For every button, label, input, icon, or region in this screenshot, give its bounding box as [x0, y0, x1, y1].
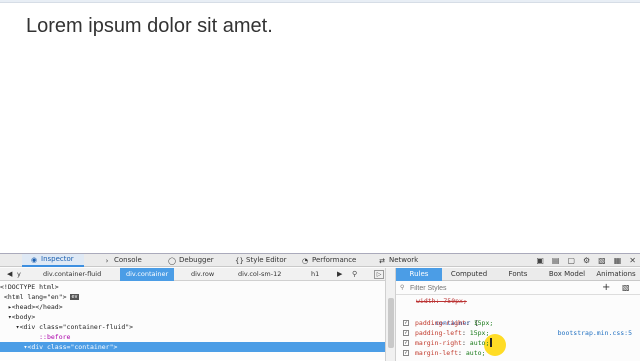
- tree-doctype[interactable]: <!DOCTYPE html>: [0, 282, 385, 292]
- tab-label: Performance: [312, 256, 357, 264]
- tab-label: Console: [114, 256, 142, 264]
- devtools-panel: ◉ Inspector › Console ◯ Debugger {} Styl…: [0, 253, 640, 361]
- tree-container-fluid-tag: <div class="container-fluid">: [19, 323, 134, 331]
- close-icon[interactable]: ✕: [629, 256, 636, 265]
- settings-icon[interactable]: ⚙: [583, 256, 590, 265]
- declaration-value[interactable]: 15px;: [474, 319, 494, 327]
- breadcrumb-scroll-right[interactable]: ▶: [337, 268, 342, 281]
- page-heading: Lorem ipsum dolor sit amet.: [26, 15, 273, 37]
- tree-container-fluid[interactable]: ▾<div class="container-fluid">: [0, 322, 385, 332]
- filter-styles-input[interactable]: [410, 284, 600, 293]
- breadcrumb-item-active[interactable]: div.container: [120, 268, 175, 281]
- filter-bar: ⚲ + ▧: [396, 282, 640, 295]
- popout-icon[interactable]: ▦: [614, 256, 622, 265]
- tree-body-tag: <body>: [11, 313, 36, 321]
- text-cursor: [490, 338, 492, 347]
- toggle-pseudo-class-icon[interactable]: ▧: [622, 283, 630, 293]
- checkbox-icon[interactable]: ✓: [403, 330, 409, 336]
- filter-icon: ⚲: [400, 284, 405, 291]
- element-picker-button[interactable]: ▷: [374, 270, 384, 279]
- declaration-value[interactable]: auto;: [470, 339, 490, 347]
- tab-network[interactable]: ⇄ Network: [378, 254, 418, 267]
- breadcrumb-item[interactable]: y: [17, 268, 21, 281]
- tree-body[interactable]: ▾<body>: [0, 312, 385, 322]
- tab-rules[interactable]: Rules: [396, 268, 442, 281]
- markup-tree: <!DOCTYPE html> <html lang="en"> ev ▸<he…: [0, 282, 385, 361]
- breadcrumb-item[interactable]: div.col-sm-12: [238, 268, 281, 281]
- breadcrumb-item[interactable]: div.container-fluid: [43, 268, 101, 281]
- declaration-row[interactable]: ✓ padding-right: 15px;: [396, 318, 640, 328]
- tree-head[interactable]: ▸<head></head>: [0, 302, 385, 312]
- tab-console[interactable]: › Console: [103, 254, 142, 267]
- checkbox-icon[interactable]: ✓: [403, 320, 409, 326]
- declaration-value[interactable]: 15px;: [470, 329, 490, 337]
- style-editor-icon: {}: [235, 256, 244, 265]
- declaration-property[interactable]: margin-right: [415, 339, 462, 347]
- declaration-property[interactable]: margin-left: [415, 349, 458, 357]
- checkbox-icon[interactable]: ✓: [403, 340, 409, 346]
- declaration-property[interactable]: padding-left: [415, 329, 462, 337]
- event-badge[interactable]: ev: [70, 294, 79, 300]
- tab-performance[interactable]: ◔ Performance: [301, 254, 356, 267]
- devtools-tabbar: ◉ Inspector › Console ◯ Debugger {} Styl…: [0, 254, 640, 267]
- breadcrumb-scroll-left[interactable]: ◀: [7, 268, 12, 281]
- debugger-icon: ◯: [168, 256, 176, 265]
- search-icon[interactable]: ⚲: [352, 270, 362, 279]
- tree-html-tag: <html lang="en">: [3, 293, 67, 301]
- tab-fonts[interactable]: Fonts: [496, 268, 540, 281]
- sidebar-tabbar: Rules Computed Fonts Box Model Animation…: [396, 268, 640, 281]
- tree-before-pseudo[interactable]: ::before: [0, 332, 385, 342]
- tree-container-tag: <div class="container">: [27, 343, 118, 351]
- declaration-property[interactable]: padding-right: [415, 319, 466, 327]
- rules-list: width: 750px; .container { bootstrap.min…: [396, 296, 640, 361]
- panel-splitter[interactable]: [385, 268, 396, 361]
- declaration-row[interactable]: ✓ padding-left: 15px;: [396, 328, 640, 338]
- tab-label: Debugger: [179, 256, 214, 264]
- declaration-value[interactable]: auto;: [466, 349, 486, 357]
- declaration-row[interactable]: ✓ margin-left: auto;: [396, 348, 640, 358]
- tab-style-editor[interactable]: {} Style Editor: [235, 254, 287, 267]
- tab-animations[interactable]: Animations: [592, 268, 640, 281]
- declaration-row[interactable]: ✓ margin-right: auto;: [396, 338, 640, 348]
- devtools-toolbar-icons: ▣ ▤ ▢ ⚙ ▧ ▦ ✕: [536, 254, 640, 267]
- breadcrumb-item[interactable]: h1: [311, 268, 319, 281]
- split-icon[interactable]: ▤: [552, 256, 560, 265]
- page-content: Lorem ipsum dolor sit amet.: [0, 3, 640, 253]
- checkbox-icon[interactable]: ✓: [403, 350, 409, 356]
- rules-panel: Rules Computed Fonts Box Model Animation…: [396, 268, 640, 361]
- tab-label: Network: [389, 256, 419, 264]
- tree-before-label: ::before: [39, 333, 71, 341]
- markup-scrollbar[interactable]: [388, 298, 394, 348]
- tree-head-tag: <head></head>: [11, 303, 63, 311]
- tree-html[interactable]: <html lang="en"> ev: [0, 292, 385, 302]
- tab-box-model[interactable]: Box Model: [544, 268, 590, 281]
- dock-side-icon[interactable]: ▧: [598, 256, 606, 265]
- inspector-icon: ◉: [30, 255, 38, 264]
- rule-header: .container { bootstrap.min.css:5: [396, 308, 640, 337]
- responsive-icon[interactable]: ▢: [567, 256, 575, 265]
- breadcrumb-item[interactable]: div.row: [191, 268, 214, 281]
- overridden-declaration[interactable]: width: 750px;: [396, 296, 640, 306]
- console-icon: ›: [105, 256, 109, 265]
- tab-label: Style Editor: [246, 256, 287, 264]
- add-rule-button[interactable]: +: [602, 283, 610, 293]
- tab-label: Inspector: [41, 255, 74, 263]
- breadcrumb: ◀ y div.container-fluid div.container di…: [0, 268, 385, 281]
- dock-icon[interactable]: ▣: [536, 256, 544, 265]
- tab-debugger[interactable]: ◯ Debugger: [168, 254, 214, 267]
- tree-container-selected[interactable]: ▾<div class="container">: [0, 342, 385, 352]
- tab-computed[interactable]: Computed: [446, 268, 492, 281]
- network-icon: ⇄: [379, 256, 385, 265]
- tab-inspector[interactable]: ◉ Inspector: [22, 254, 84, 267]
- performance-icon: ◔: [301, 256, 309, 265]
